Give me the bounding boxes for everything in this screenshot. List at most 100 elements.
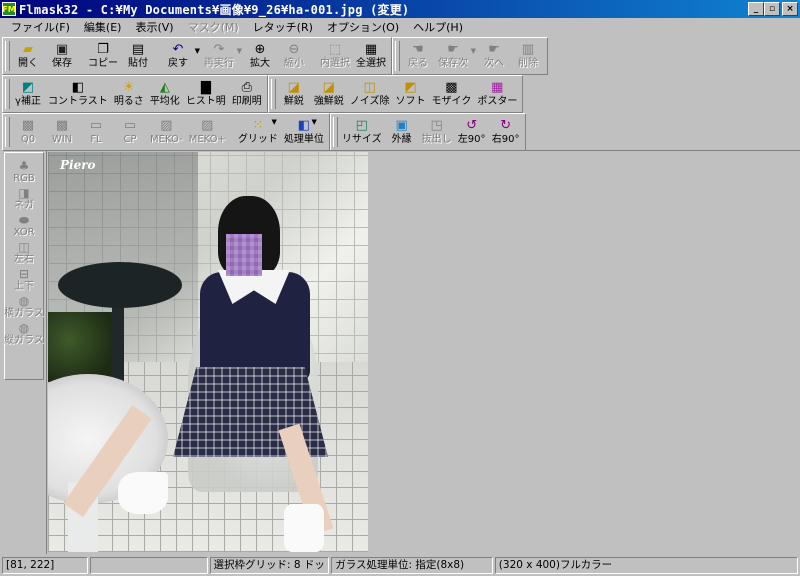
resize-button[interactable]: ◰ リサイズ xyxy=(339,115,385,149)
photo-sock-left xyxy=(118,472,168,514)
meko-plus-icon: ▨ xyxy=(201,117,214,133)
nega-button[interactable]: ◨ ネガ xyxy=(5,186,43,213)
select-all-button[interactable]: ▦ 全選択 xyxy=(353,39,389,73)
photo-sock-right xyxy=(284,504,324,552)
win-icon: ▩ xyxy=(55,117,69,133)
menu-bar: ファイル(F) 編集(E) 表示(V) マスク(M) レタッチ(R) オプション… xyxy=(0,18,800,36)
maximize-button[interactable]: ▫ xyxy=(764,2,780,16)
rotate-left-button[interactable]: ↺ 左90° xyxy=(455,115,489,149)
flip-vertical-icon: ⊟ xyxy=(18,267,30,281)
delete-button[interactable]: ▥ 削除 xyxy=(511,39,545,73)
copy-icon: ❐ xyxy=(97,41,109,57)
q0-button[interactable]: ▩ Q0 xyxy=(11,115,45,149)
sharpen-button[interactable]: ◪ 鮮鋭 xyxy=(277,77,311,111)
redo-dropdown-icon[interactable]: ▼ xyxy=(237,47,242,55)
back-button[interactable]: ☚ 戻る xyxy=(401,39,435,73)
close-button[interactable]: × xyxy=(782,2,798,16)
fl-button[interactable]: ▭ FL xyxy=(79,115,113,149)
menu-mask[interactable]: マスク(M) xyxy=(181,19,246,35)
grid-dropdown-icon[interactable]: ▼ xyxy=(272,118,277,126)
menu-options[interactable]: オプション(O) xyxy=(320,19,406,35)
extract-icon: ◳ xyxy=(430,117,443,133)
toolbar-group-transform: ◰ リサイズ ▣ 外縁 ◳ 抜出し ↺ 左90° ↻ 右90° xyxy=(329,113,526,151)
select-inner-button[interactable]: ⬚ 内選択 xyxy=(317,39,353,73)
soft-button[interactable]: ◩ ソフト xyxy=(393,77,429,111)
save-next-button[interactable]: ☛ 保存次 ▼ xyxy=(435,39,476,73)
denoise-icon: ◫ xyxy=(363,79,376,95)
undo-button[interactable]: ↶ 戻す ▼ xyxy=(161,39,200,73)
horizontal-glass-icon: ◍ xyxy=(18,294,30,308)
cp-button[interactable]: ▭ CP xyxy=(113,115,147,149)
menu-help[interactable]: ヘルプ(H) xyxy=(406,19,470,35)
grid-button[interactable]: ⁙ グリッド ▼ xyxy=(235,115,281,149)
menu-view[interactable]: 表示(V) xyxy=(128,19,180,35)
title-bar[interactable]: FM Flmask32 - C:¥My Documents¥画像¥9_26¥ha… xyxy=(0,0,800,18)
zoom-out-button[interactable]: ⊖ 縮小 xyxy=(277,39,311,73)
save-button[interactable]: ▣ 保存 xyxy=(45,39,79,73)
folder-open-icon: ▰ xyxy=(23,41,33,57)
strong-sharpen-icon: ◪ xyxy=(322,79,335,95)
histogram-button[interactable]: ▇ ヒスト明 xyxy=(183,77,229,111)
next-button[interactable]: ☛ 次へ xyxy=(477,39,511,73)
flip-vertical-button[interactable]: ⊟ 上下 xyxy=(5,267,43,294)
minimize-button[interactable]: _ xyxy=(748,2,764,16)
rotate-right-button[interactable]: ↻ 右90° xyxy=(489,115,523,149)
flip-horizontal-icon: ◫ xyxy=(18,240,30,254)
denoise-button[interactable]: ◫ ノイズ除 xyxy=(347,77,393,111)
select-all-icon: ▦ xyxy=(364,41,378,57)
toolbar-mask: ▩ Q0 ▩ WIN ▭ FL ▭ CP ▨ MEKO- ▨ MEKO+ ⁙ グリッド ▼ ◧ 処… xyxy=(2,113,526,151)
toolbar-group-tone: ◩ γ補正 ◧ コントラスト ☀ 明るさ ◭ 平均化 ▇ ヒスト明 ⎙ 印刷明 xyxy=(2,75,268,113)
negative-icon: ◨ xyxy=(18,186,30,200)
status-grid: 選択枠グリッド: 8 ドット xyxy=(209,557,330,574)
status-glass-unit: ガラス処理単位: 指定(8x8) xyxy=(331,557,493,574)
rotate-left-icon: ↺ xyxy=(466,117,478,133)
extract-button[interactable]: ◳ 抜出し xyxy=(419,115,455,149)
paste-button[interactable]: ▤ 貼付 xyxy=(121,39,155,73)
menu-edit[interactable]: 編集(E) xyxy=(77,19,129,35)
meko-plus-button[interactable]: ▨ MEKO+ xyxy=(186,115,229,149)
rotate-right-icon: ↻ xyxy=(500,117,512,133)
rgb-button[interactable]: ♣ RGB xyxy=(5,159,43,186)
photo-canvas[interactable]: Piero xyxy=(48,152,368,552)
poster-button[interactable]: ▦ ポスター xyxy=(474,77,520,111)
save-next-dropdown-icon[interactable]: ▼ xyxy=(471,47,476,55)
unit-dropdown-icon[interactable]: ▼ xyxy=(312,118,317,126)
zoom-out-icon: ⊖ xyxy=(288,41,300,57)
window-title: Flmask32 - C:¥My Documents¥画像¥9_26¥ha-00… xyxy=(19,2,410,17)
xor-button[interactable]: ⬬ XOR xyxy=(5,213,43,240)
mosaic-button[interactable]: ▩ モザイク xyxy=(429,77,475,111)
outline-button[interactable]: ▣ 外縁 xyxy=(385,115,419,149)
open-button[interactable]: ▰ 開く xyxy=(11,39,45,73)
process-unit-button[interactable]: ◧ 処理単位 ▼ xyxy=(281,115,327,149)
copy-button[interactable]: ❐ コピー xyxy=(85,39,121,73)
trash-icon: ▥ xyxy=(521,41,535,57)
cp-icon: ▭ xyxy=(123,117,137,133)
toolbar-group-main: ▰ 開く ▣ 保存 ❐ コピー ▤ 貼付 ↶ 戻す ▼ ↷ 再実行 ▼ ⊕ 拡大 ⊖ 縮小 ⬚ 内選択… xyxy=(2,37,392,75)
redo-button[interactable]: ↷ 再実行 ▼ xyxy=(201,39,242,73)
zoom-in-button[interactable]: ⊕ 拡大 xyxy=(243,39,277,73)
contrast-button[interactable]: ◧ コントラスト xyxy=(45,77,111,111)
strong-sharpen-button[interactable]: ◪ 強鮮鋭 xyxy=(311,77,347,111)
meko-minus-button[interactable]: ▨ MEKO- xyxy=(147,115,186,149)
contrast-icon: ◧ xyxy=(71,79,85,95)
gamma-button[interactable]: ◩ γ補正 xyxy=(11,77,45,111)
canvas-area[interactable]: Piero xyxy=(46,150,800,554)
undo-dropdown-icon[interactable]: ▼ xyxy=(195,47,200,55)
menu-file[interactable]: ファイル(F) xyxy=(4,19,77,35)
win-button[interactable]: ▩ WIN xyxy=(45,115,79,149)
equalize-button[interactable]: ◭ 平均化 xyxy=(147,77,183,111)
flip-horizontal-button[interactable]: ◫ 左右 xyxy=(5,240,43,267)
resize-icon: ◰ xyxy=(355,117,368,133)
menu-retouch[interactable]: レタッチ(R) xyxy=(246,19,320,35)
histogram-icon: ▇ xyxy=(200,79,211,95)
toolbar-adjust: ◩ γ補正 ◧ コントラスト ☀ 明るさ ◭ 平均化 ▇ ヒスト明 ⎙ 印刷明 ◪ 鮮鋭 ◪ 強… xyxy=(2,75,524,113)
printer-icon: ⎙ xyxy=(241,79,253,95)
q0-icon: ▩ xyxy=(21,117,35,133)
app-icon[interactable]: FM xyxy=(2,2,16,16)
vertical-glass-button[interactable]: ◍ 縦ガラス xyxy=(4,321,44,348)
status-bar: [81, 222] 選択枠グリッド: 8 ドット ガラス処理単位: 指定(8x8… xyxy=(0,555,800,576)
print-bright-button[interactable]: ⎙ 印刷明 xyxy=(229,77,265,111)
brightness-button[interactable]: ☀ 明るさ xyxy=(111,77,147,111)
horizontal-glass-button[interactable]: ◍ 横ガラス xyxy=(4,294,44,321)
window-controls: _ ▫ × xyxy=(748,2,798,16)
